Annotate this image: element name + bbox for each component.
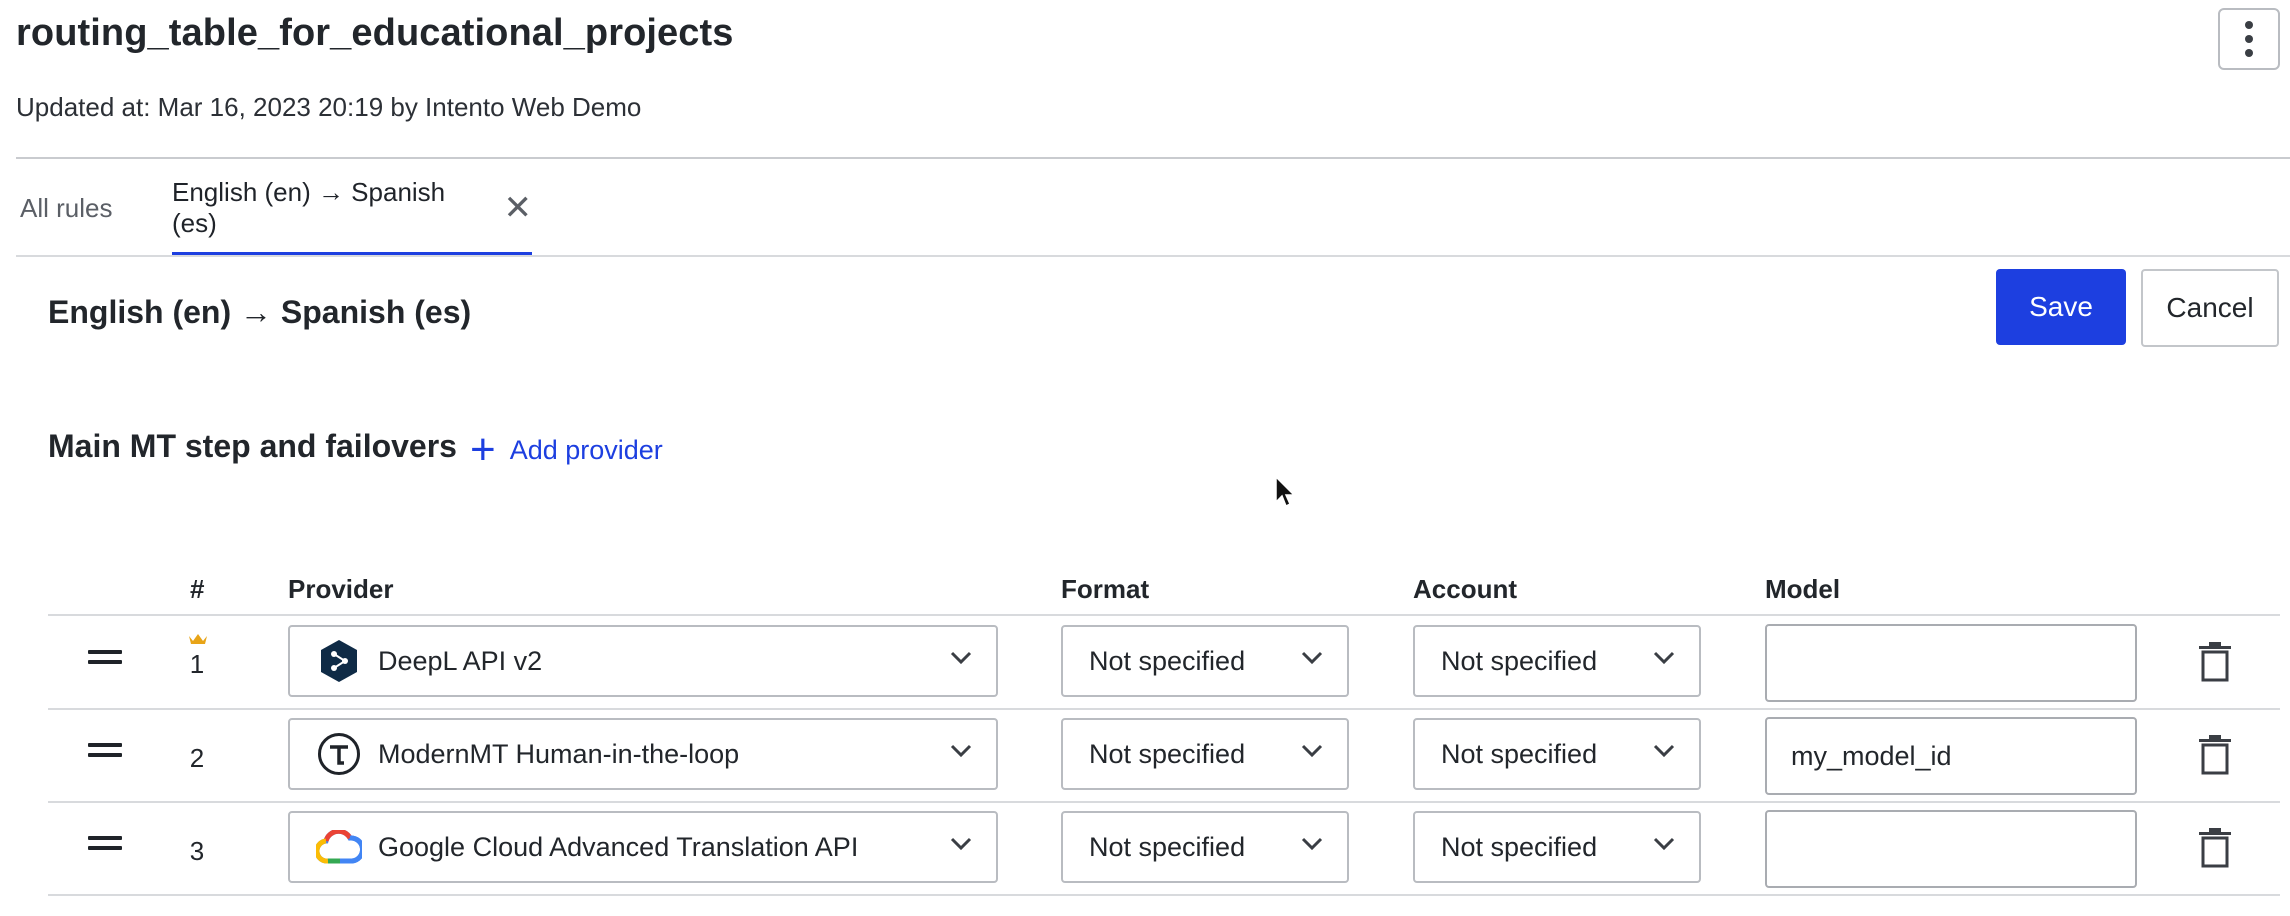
chevron-down-icon bbox=[1301, 744, 1323, 758]
column-header-model: Model bbox=[1765, 574, 1841, 604]
tab-bar: All rules English (en) → Spanish (es) ✕ bbox=[16, 160, 2290, 256]
trash-icon[interactable] bbox=[2198, 642, 2232, 682]
header-divider bbox=[16, 157, 2290, 159]
chevron-down-icon bbox=[1653, 744, 1675, 758]
drag-handle-icon[interactable] bbox=[88, 650, 122, 664]
table-row: 3 Google Cloud Advanced Translation API … bbox=[48, 802, 2280, 896]
close-tab-icon[interactable]: ✕ bbox=[504, 191, 533, 225]
mt-step-title: Main MT step and failovers bbox=[48, 428, 457, 464]
format-value: Not specified bbox=[1089, 645, 1246, 676]
chevron-down-icon bbox=[950, 744, 972, 758]
row-number: 3 bbox=[189, 836, 205, 866]
updated-at-text: Updated at: Mar 16, 2023 20:19 by Intent… bbox=[16, 92, 642, 122]
drag-handle-icon[interactable] bbox=[88, 836, 122, 850]
save-button[interactable]: Save bbox=[1996, 269, 2126, 345]
chevron-down-icon bbox=[950, 651, 972, 665]
account-value: Not specified bbox=[1441, 831, 1598, 862]
column-header-number: # bbox=[190, 574, 205, 604]
chevron-down-icon bbox=[950, 837, 972, 851]
tab-english-spanish-label: English (en) → Spanish (es) bbox=[172, 177, 446, 238]
row-number: 2 bbox=[189, 743, 205, 773]
language-pair-title: English (en) → Spanish (es) bbox=[48, 294, 472, 330]
account-select[interactable]: Not specified bbox=[1413, 811, 1701, 883]
provider-name: DeepL API v2 bbox=[378, 645, 543, 676]
format-value: Not specified bbox=[1089, 831, 1246, 862]
provider-select[interactable]: ModernMT Human-in-the-loop bbox=[288, 718, 998, 790]
account-value: Not specified bbox=[1441, 645, 1598, 676]
model-input[interactable] bbox=[1765, 717, 2137, 795]
column-header-provider: Provider bbox=[288, 574, 394, 604]
table-row: 2 ModernMT Human-in-the-loop Not specifi… bbox=[48, 709, 2280, 803]
add-provider-label: Add provider bbox=[509, 434, 663, 465]
account-select[interactable]: Not specified bbox=[1413, 625, 1701, 697]
format-select[interactable]: Not specified bbox=[1061, 625, 1349, 697]
column-header-format: Format bbox=[1061, 574, 1150, 604]
trash-icon[interactable] bbox=[2198, 828, 2232, 868]
kebab-dot-icon bbox=[2245, 35, 2253, 43]
column-header-account: Account bbox=[1413, 574, 1517, 604]
more-options-button[interactable] bbox=[2218, 8, 2280, 70]
cancel-button[interactable]: Cancel bbox=[2141, 269, 2279, 347]
tabs-divider bbox=[16, 255, 2290, 257]
account-value: Not specified bbox=[1441, 738, 1598, 769]
model-input[interactable] bbox=[1765, 810, 2137, 888]
crown-icon bbox=[189, 634, 207, 644]
kebab-dot-icon bbox=[2245, 21, 2253, 29]
row-number: 1 bbox=[189, 649, 205, 679]
provider-name: Google Cloud Advanced Translation API bbox=[378, 831, 859, 862]
plus-icon: + bbox=[470, 425, 496, 474]
table-row: 1 DeepL API v2 Not specified Not specifi… bbox=[48, 616, 2280, 710]
chevron-down-icon bbox=[1653, 837, 1675, 851]
chevron-down-icon bbox=[1301, 651, 1323, 665]
row-divider bbox=[48, 894, 2280, 896]
tab-all-rules-label: All rules bbox=[20, 192, 113, 223]
tab-english-spanish[interactable]: English (en) → Spanish (es) ✕ bbox=[172, 160, 532, 256]
modernmt-logo-icon bbox=[316, 731, 362, 777]
tab-all-rules[interactable]: All rules bbox=[20, 160, 112, 256]
format-select[interactable]: Not specified bbox=[1061, 811, 1349, 883]
trash-icon[interactable] bbox=[2198, 735, 2232, 775]
chevron-down-icon bbox=[1301, 837, 1323, 851]
chevron-down-icon bbox=[1653, 651, 1675, 665]
google-cloud-logo-icon bbox=[316, 824, 362, 870]
drag-handle-icon[interactable] bbox=[88, 743, 122, 757]
mouse-cursor-icon bbox=[1275, 476, 1295, 508]
provider-name: ModernMT Human-in-the-loop bbox=[378, 738, 740, 769]
format-select[interactable]: Not specified bbox=[1061, 718, 1349, 790]
provider-select[interactable]: Google Cloud Advanced Translation API bbox=[288, 811, 998, 883]
add-provider-button[interactable]: + Add provider bbox=[470, 425, 663, 474]
format-value: Not specified bbox=[1089, 738, 1246, 769]
model-input[interactable] bbox=[1765, 624, 2137, 702]
account-select[interactable]: Not specified bbox=[1413, 718, 1701, 790]
provider-select[interactable]: DeepL API v2 bbox=[288, 625, 998, 697]
kebab-dot-icon bbox=[2245, 49, 2253, 57]
deepl-logo-icon bbox=[316, 638, 362, 684]
page-title: routing_table_for_educational_projects bbox=[16, 12, 734, 54]
